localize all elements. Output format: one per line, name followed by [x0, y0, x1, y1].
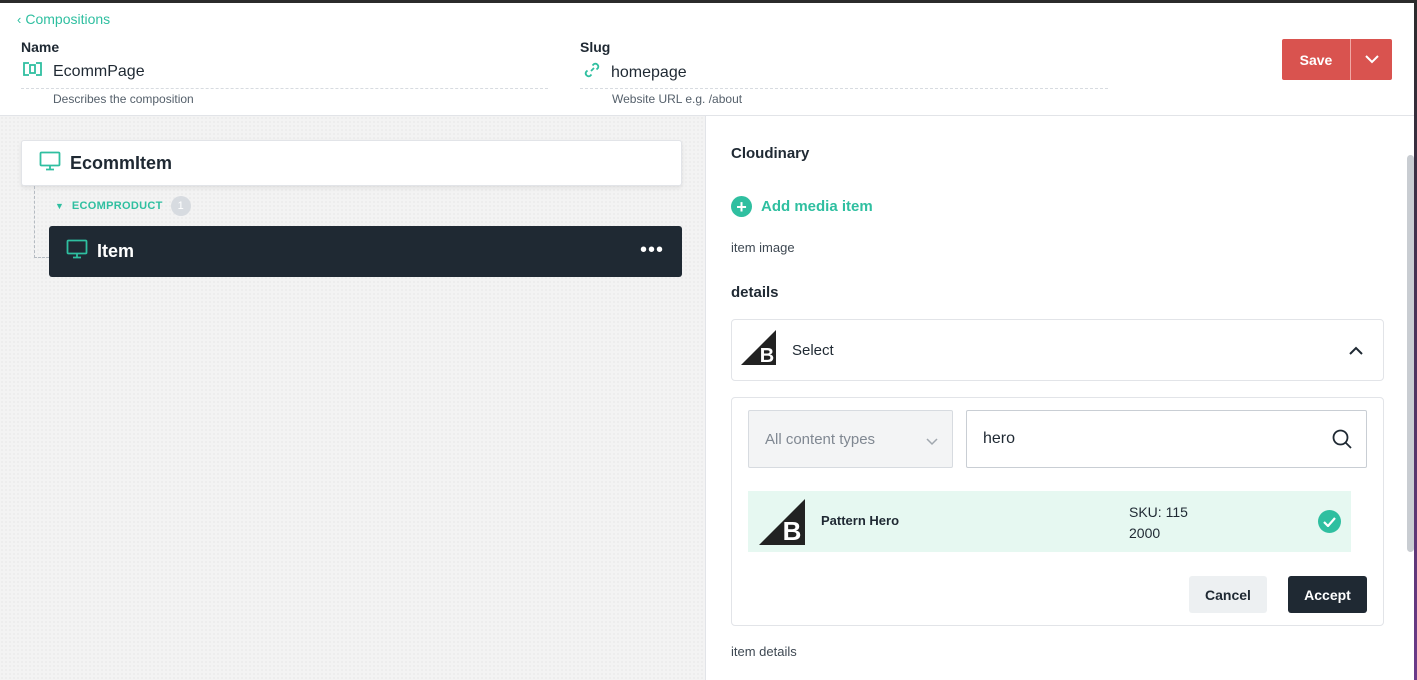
- select-label: Select: [792, 341, 834, 359]
- product-picker: All content types hero B Pattern Hero SK…: [731, 397, 1384, 626]
- selected-component-card[interactable]: Item •••: [49, 226, 682, 277]
- caret-down-icon: ▼: [55, 201, 64, 211]
- panel-scrollbar[interactable]: [1407, 155, 1414, 552]
- tree-connector-horizontal: [34, 257, 49, 258]
- slug-input[interactable]: homepage: [611, 64, 687, 82]
- chevron-down-icon: [926, 433, 938, 451]
- result-product-name: Pattern Hero: [821, 513, 900, 528]
- slug-help-text: Website URL e.g. /about: [612, 92, 743, 106]
- composition-tree-canvas: EcommItem ▼ ECOMPRODUCT 1 Item •••: [0, 116, 706, 680]
- cancel-button[interactable]: Cancel: [1189, 576, 1267, 613]
- more-options-icon[interactable]: •••: [640, 240, 664, 260]
- slot-ecomproduct-toggle[interactable]: ▼ ECOMPRODUCT 1: [55, 196, 191, 216]
- back-link-label: Compositions: [25, 11, 111, 27]
- bigcommerce-logo-icon: B: [758, 498, 806, 551]
- bigcommerce-logo-icon: B: [740, 329, 777, 371]
- slug-field-underline: [580, 88, 1108, 89]
- product-select-toggle[interactable]: B Select: [731, 319, 1384, 381]
- result-product-sku: SKU: 115 2000: [1129, 504, 1188, 541]
- item-details-caption: item details: [731, 644, 797, 659]
- chevron-down-icon: [1364, 51, 1379, 69]
- svg-text:B: B: [760, 345, 774, 366]
- details-section-title: details: [731, 284, 779, 301]
- plus-circle-icon: +: [731, 196, 752, 217]
- cloudinary-section-title: Cloudinary: [731, 145, 810, 162]
- monitor-icon: [39, 151, 61, 176]
- monitor-icon: [66, 239, 88, 264]
- product-search-input[interactable]: hero: [966, 410, 1367, 468]
- composition-header: ‹ Compositions Name EcommPage Describes …: [0, 3, 1414, 116]
- search-result-row[interactable]: B Pattern Hero SKU: 115 2000: [748, 491, 1351, 552]
- slug-field-label: Slug: [580, 39, 611, 55]
- composition-icon: [22, 61, 43, 82]
- save-button-group: Save: [1282, 39, 1392, 80]
- add-media-item-button[interactable]: + Add media item: [731, 196, 873, 217]
- check-circle-icon: [1318, 510, 1341, 533]
- chevron-left-icon: ‹: [17, 11, 22, 27]
- slug-field[interactable]: homepage: [583, 61, 687, 84]
- slot-name: ECOMPRODUCT: [71, 200, 163, 212]
- tree-connector-vertical: [34, 186, 35, 258]
- name-field-label: Name: [21, 39, 60, 55]
- name-field-underline: [21, 88, 548, 89]
- add-media-item-label: Add media item: [761, 198, 873, 215]
- chevron-up-icon: [1349, 342, 1363, 360]
- save-button[interactable]: Save: [1282, 39, 1350, 80]
- root-component-title: EcommItem: [70, 152, 173, 173]
- content-type-select-value: All content types: [765, 430, 876, 448]
- svg-text:B: B: [783, 516, 802, 546]
- search-input-value[interactable]: hero: [983, 430, 1015, 448]
- name-help-text: Describes the composition: [53, 92, 194, 106]
- root-component-card[interactable]: EcommItem: [21, 140, 682, 186]
- item-image-caption: item image: [731, 240, 795, 255]
- component-title: Item: [97, 241, 135, 261]
- link-icon: [583, 61, 601, 84]
- name-input[interactable]: EcommPage: [53, 63, 145, 81]
- search-icon[interactable]: [1332, 429, 1352, 454]
- save-options-button[interactable]: [1351, 39, 1392, 80]
- slot-count-badge: 1: [170, 196, 191, 216]
- name-field[interactable]: EcommPage: [22, 61, 145, 82]
- accept-button[interactable]: Accept: [1288, 576, 1367, 613]
- back-to-compositions-link[interactable]: ‹ Compositions: [17, 11, 110, 27]
- content-type-select[interactable]: All content types: [748, 410, 953, 468]
